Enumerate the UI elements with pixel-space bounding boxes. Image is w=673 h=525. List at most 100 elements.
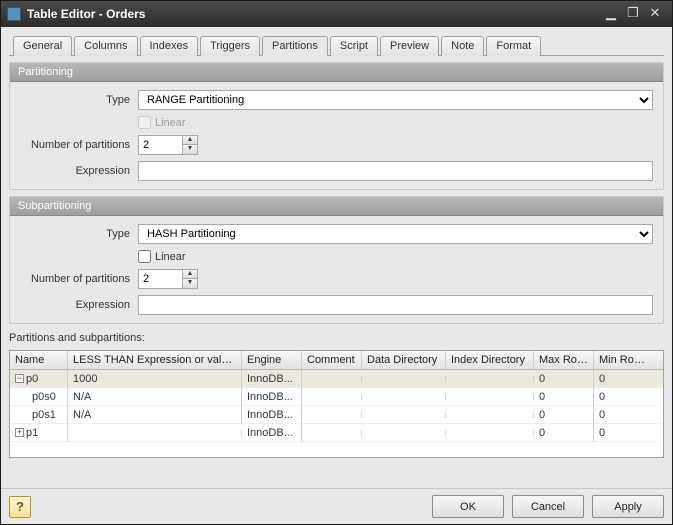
- tab-note[interactable]: Note: [441, 36, 484, 56]
- cell-index-dir: [446, 394, 534, 400]
- col-name[interactable]: Name: [10, 351, 68, 369]
- table-row[interactable]: +p1 InnoDB... 00: [10, 424, 663, 442]
- partitioning-expr-label: Expression: [20, 165, 138, 177]
- subpartitioning-expr-label: Expression: [20, 299, 138, 311]
- apply-button[interactable]: Apply: [592, 495, 664, 518]
- spin-up-icon[interactable]: ▲: [183, 270, 197, 279]
- subpartitioning-num-input[interactable]: [138, 269, 182, 289]
- partitioning-expr-input[interactable]: [138, 161, 653, 181]
- cell-index-dir: [446, 430, 534, 436]
- partitioning-num-label: Number of partitions: [20, 139, 138, 151]
- col-max-rows[interactable]: Max Rows: [534, 351, 594, 369]
- cell-comment: [302, 430, 362, 436]
- cell-min-rows: 0: [594, 388, 652, 406]
- col-min-rows[interactable]: Min Rows: [594, 351, 652, 369]
- window-title: Table Editor - Orders: [27, 7, 600, 21]
- restore-button[interactable]: ❐: [622, 6, 644, 22]
- table-icon: [7, 7, 21, 21]
- grid-body: −p01000InnoDB...00p0s0N/AInnoDB...00p0s1…: [10, 370, 663, 442]
- cell-engine: InnoDB...: [242, 406, 302, 424]
- cell-less-than: N/A: [68, 406, 242, 424]
- subpartitioning-type-label: Type: [20, 228, 138, 240]
- tab-general[interactable]: General: [13, 36, 72, 56]
- spin-down-icon[interactable]: ▼: [183, 145, 197, 154]
- col-engine[interactable]: Engine: [242, 351, 302, 369]
- subpartitioning-linear-label: Linear: [155, 251, 186, 263]
- partitioning-header: Partitioning: [10, 63, 663, 82]
- partitioning-num-spinner[interactable]: ▲▼: [138, 135, 198, 155]
- ok-button[interactable]: OK: [432, 495, 504, 518]
- tab-preview[interactable]: Preview: [380, 36, 439, 56]
- subpartitioning-group: Subpartitioning Type HASH Partitioning L…: [9, 196, 664, 324]
- window: Table Editor - Orders ▁ ❐ ✕ General Colu…: [0, 0, 673, 525]
- partitioning-linear-input: [138, 116, 151, 129]
- cell-data-dir: [362, 394, 446, 400]
- cell-less-than: [68, 430, 242, 436]
- cell-max-rows: 0: [534, 406, 594, 424]
- subpartitioning-type-select[interactable]: HASH Partitioning: [138, 224, 653, 244]
- cell-name: p0s1: [32, 409, 56, 421]
- grid-header: Name LESS THAN Expression or values list…: [10, 351, 663, 370]
- tab-indexes[interactable]: Indexes: [140, 36, 199, 56]
- cell-min-rows: 0: [594, 424, 652, 442]
- cell-max-rows: 0: [534, 388, 594, 406]
- spin-down-icon[interactable]: ▼: [183, 279, 197, 288]
- cell-max-rows: 0: [534, 424, 594, 442]
- tree-expand-icon[interactable]: +: [15, 428, 24, 437]
- partitioning-group: Partitioning Type RANGE Partitioning Lin…: [9, 62, 664, 190]
- subpartitioning-linear-input[interactable]: [138, 250, 151, 263]
- partitions-grid[interactable]: Name LESS THAN Expression or values list…: [9, 350, 664, 458]
- col-less-than[interactable]: LESS THAN Expression or values list: [68, 351, 242, 369]
- cell-comment: [302, 412, 362, 418]
- tab-bar: General Columns Indexes Triggers Partiti…: [9, 35, 664, 56]
- col-data-dir[interactable]: Data Directory: [362, 351, 446, 369]
- titlebar: Table Editor - Orders ▁ ❐ ✕: [1, 1, 672, 27]
- cell-comment: [302, 376, 362, 382]
- partitioning-linear-checkbox: Linear: [138, 116, 186, 129]
- cell-data-dir: [362, 430, 446, 436]
- cell-less-than: N/A: [68, 388, 242, 406]
- col-index-dir[interactable]: Index Directory: [446, 351, 534, 369]
- table-row[interactable]: p0s0 N/AInnoDB... 00: [10, 388, 663, 406]
- cell-min-rows: 0: [594, 406, 652, 424]
- cell-data-dir: [362, 412, 446, 418]
- table-row[interactable]: −p0 1000InnoDB... 00: [10, 370, 663, 388]
- tab-script[interactable]: Script: [330, 36, 378, 56]
- cell-name: p1: [26, 427, 38, 439]
- cell-min-rows: 0: [594, 370, 652, 388]
- footer: ? OK Cancel Apply: [1, 488, 672, 524]
- cell-less-than: 1000: [68, 370, 242, 388]
- col-comment[interactable]: Comment: [302, 351, 362, 369]
- subpartitioning-num-spinner[interactable]: ▲▼: [138, 269, 198, 289]
- subpartitioning-linear-checkbox[interactable]: Linear: [138, 250, 186, 263]
- partitioning-num-input[interactable]: [138, 135, 182, 155]
- cancel-button[interactable]: Cancel: [512, 495, 584, 518]
- subpartitioning-expr-input[interactable]: [138, 295, 653, 315]
- table-row[interactable]: p0s1 N/AInnoDB... 00: [10, 406, 663, 424]
- cell-name: p0: [26, 373, 38, 385]
- cell-comment: [302, 394, 362, 400]
- grid-title: Partitions and subpartitions:: [9, 332, 664, 344]
- tab-format[interactable]: Format: [486, 36, 541, 56]
- partitioning-type-select[interactable]: RANGE Partitioning: [138, 90, 653, 110]
- cell-engine: InnoDB...: [242, 388, 302, 406]
- tree-collapse-icon[interactable]: −: [15, 374, 24, 383]
- partitioning-type-label: Type: [20, 94, 138, 106]
- cell-name: p0s0: [32, 391, 56, 403]
- minimize-button[interactable]: ▁: [600, 6, 622, 22]
- subpartitioning-num-label: Number of partitions: [20, 273, 138, 285]
- spin-up-icon[interactable]: ▲: [183, 136, 197, 145]
- cell-index-dir: [446, 376, 534, 382]
- tab-triggers[interactable]: Triggers: [200, 36, 260, 56]
- help-button[interactable]: ?: [9, 496, 31, 518]
- cell-data-dir: [362, 376, 446, 382]
- close-button[interactable]: ✕: [644, 6, 666, 22]
- content: General Columns Indexes Triggers Partiti…: [1, 27, 672, 488]
- cell-engine: InnoDB...: [242, 370, 302, 388]
- cell-engine: InnoDB...: [242, 424, 302, 442]
- tab-columns[interactable]: Columns: [74, 36, 137, 56]
- cell-max-rows: 0: [534, 370, 594, 388]
- tab-partitions[interactable]: Partitions: [262, 36, 328, 56]
- partitioning-linear-label: Linear: [155, 117, 186, 129]
- cell-index-dir: [446, 412, 534, 418]
